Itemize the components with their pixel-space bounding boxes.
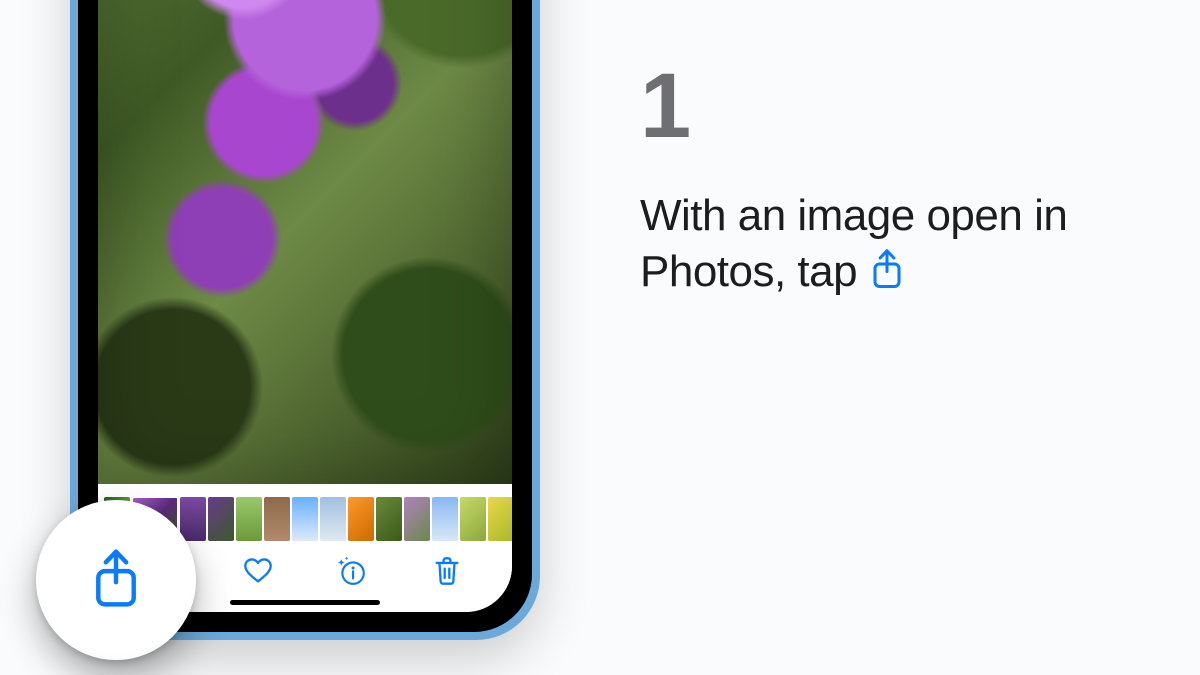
share-icon bbox=[88, 549, 144, 611]
thumbnail[interactable] bbox=[320, 497, 346, 541]
thumbnail[interactable] bbox=[432, 497, 458, 541]
step-number: 1 bbox=[640, 60, 1140, 152]
step-text: With an image open in Photos, tap bbox=[640, 188, 1140, 301]
step-text-content: With an image open in Photos, tap bbox=[640, 191, 1067, 296]
thumbnail[interactable] bbox=[348, 497, 374, 541]
thumbnail[interactable] bbox=[404, 497, 430, 541]
thumbnail[interactable] bbox=[376, 497, 402, 541]
thumbnail[interactable] bbox=[264, 497, 290, 541]
info-sparkle-icon bbox=[337, 556, 367, 586]
magnified-share-callout bbox=[36, 500, 196, 660]
share-icon bbox=[869, 248, 905, 292]
thumbnail[interactable] bbox=[460, 497, 486, 541]
current-photo[interactable] bbox=[98, 0, 512, 484]
inline-share-icon bbox=[869, 248, 905, 292]
thumbnail[interactable] bbox=[488, 497, 512, 541]
info-button[interactable] bbox=[330, 549, 374, 593]
trash-icon bbox=[432, 556, 462, 586]
heart-icon bbox=[243, 556, 273, 586]
home-indicator[interactable] bbox=[230, 600, 380, 605]
thumbnail[interactable] bbox=[208, 497, 234, 541]
thumbnail[interactable] bbox=[180, 497, 206, 541]
thumbnail[interactable] bbox=[292, 497, 318, 541]
instruction-panel: 1 With an image open in Photos, tap bbox=[640, 60, 1140, 301]
favorite-button[interactable] bbox=[236, 549, 280, 593]
thumbnail[interactable] bbox=[236, 497, 262, 541]
delete-button[interactable] bbox=[425, 549, 469, 593]
